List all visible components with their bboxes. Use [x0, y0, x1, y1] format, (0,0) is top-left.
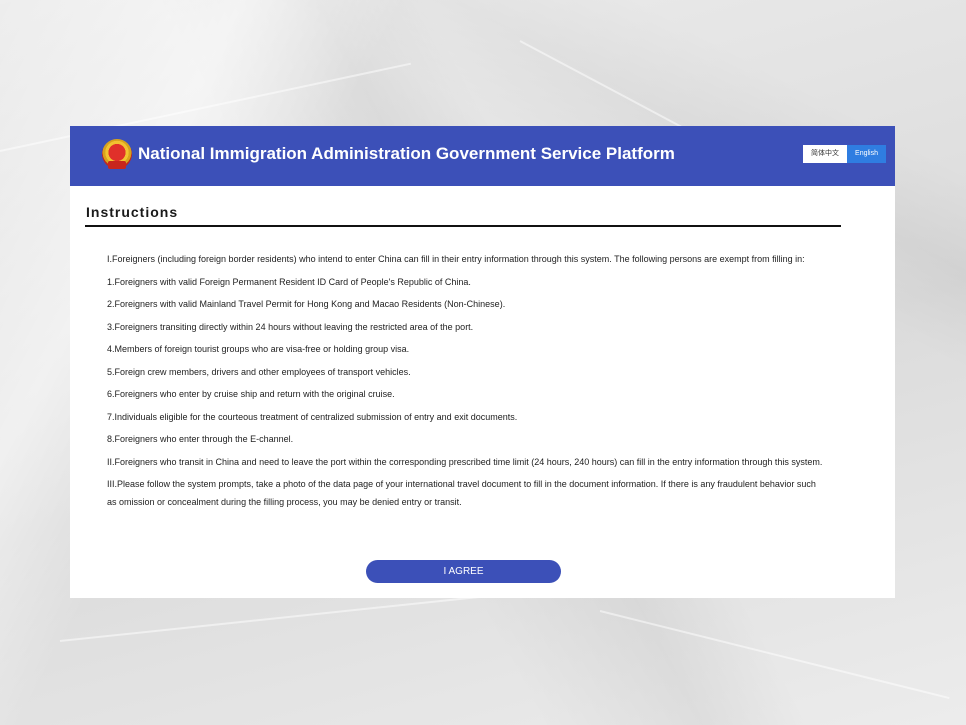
instructions-window: National Immigration Administration Gove…: [70, 126, 895, 598]
agree-button[interactable]: I AGREE: [366, 560, 561, 583]
instruction-paragraph: I.Foreigners (including foreign border r…: [107, 254, 805, 264]
instruction-paragraph: II.Foreigners who transit in China and n…: [107, 456, 823, 467]
instruction-paragraph: 3.Foreigners transiting directly within …: [107, 321, 474, 332]
instruction-paragraph: 2.Foreigners with valid Mainland Travel …: [107, 299, 506, 309]
paper-crease: [599, 610, 950, 700]
lang-chinese-button[interactable]: 简体中文: [803, 145, 848, 163]
section-divider: [85, 225, 841, 227]
national-emblem-icon: [102, 139, 132, 169]
instruction-paragraph: 1.Foreigners with valid Foreign Permanen…: [107, 276, 471, 287]
instruction-paragraph: 5.Foreign crew members, drivers and othe…: [107, 366, 411, 377]
instructions-body: I.Foreigners (including foreign border r…: [107, 250, 825, 516]
lang-english-button[interactable]: English: [847, 145, 886, 163]
instruction-paragraph: 7.Individuals eligible for the courteous…: [107, 411, 518, 422]
language-switcher: 简体中文 English: [803, 145, 886, 163]
site-title: National Immigration Administration Gove…: [138, 144, 675, 163]
section-title: Instructions: [86, 204, 179, 220]
instruction-paragraph: III.Please follow the system prompts, ta…: [107, 479, 816, 507]
instruction-paragraph: 8.Foreigners who enter through the E-cha…: [107, 434, 294, 444]
instruction-paragraph: 6.Foreigners who enter by cruise ship an…: [107, 389, 395, 399]
site-header: National Immigration Administration Gove…: [70, 126, 895, 186]
instruction-paragraph: 4.Members of foreign tourist groups who …: [107, 344, 410, 354]
